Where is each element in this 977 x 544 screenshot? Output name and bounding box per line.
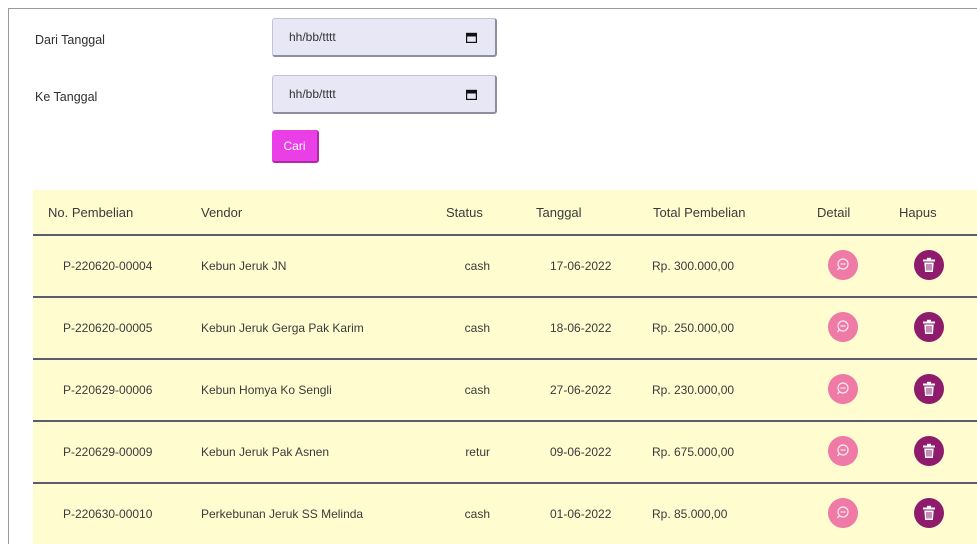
table-row: P-220620-00004 Kebun Jeruk JN cash 17-06-20…	[33, 236, 977, 298]
delete-button[interactable]	[914, 312, 944, 342]
cell-tanggal: 01-06-2022	[550, 507, 612, 521]
trash-icon	[923, 505, 935, 520]
cell-vendor: Kebun Jeruk JN	[201, 259, 287, 273]
detail-button[interactable]	[828, 498, 858, 528]
cell-total: Rp. 250.000,00	[652, 321, 735, 335]
detail-button[interactable]	[828, 436, 858, 466]
cell-total: Rp. 300.000,00	[652, 259, 735, 273]
to-date-label: Ke Tanggal	[35, 90, 98, 104]
from-date-label: Dari Tanggal	[35, 33, 105, 47]
cell-vendor: Perkebunan Jeruk SS Melinda	[201, 507, 364, 521]
cell-no: P-220630-00010	[63, 507, 153, 521]
header-status: Status	[446, 205, 483, 220]
cell-status: cash	[464, 259, 490, 273]
header-vendor: Vendor	[201, 205, 243, 220]
search-button[interactable]: Cari	[272, 130, 319, 163]
from-date-placeholder: hh/bb/tttt	[289, 30, 336, 44]
zoom-out-icon	[836, 444, 849, 457]
table-row: P-220629-00009 Kebun Jeruk Pak Asnen retur…	[33, 422, 977, 484]
header-no: No. Pembelian	[48, 205, 134, 220]
zoom-out-icon	[836, 506, 849, 519]
trash-icon	[923, 319, 935, 334]
header-hapus: Hapus	[899, 205, 937, 220]
cell-status: retur	[465, 445, 490, 459]
to-date-input[interactable]: hh/bb/tttt	[272, 75, 497, 114]
cell-vendor: Kebun Jeruk Pak Asnen	[201, 445, 330, 459]
delete-button[interactable]	[914, 436, 944, 466]
cell-tanggal: 27-06-2022	[550, 383, 612, 397]
cell-no: P-220629-00006	[63, 383, 153, 397]
table-row: P-220629-00006 Kebun Homya Ko Sengli cash 2…	[33, 360, 977, 422]
zoom-out-icon	[836, 258, 849, 271]
delete-button[interactable]	[914, 498, 944, 528]
zoom-out-icon	[836, 320, 849, 333]
cell-total: Rp. 230.000,00	[652, 383, 735, 397]
table-row: P-220630-00010 Perkebunan Jeruk SS Melind…	[33, 484, 977, 544]
cell-vendor: Kebun Homya Ko Sengli	[201, 383, 332, 397]
cell-status: cash	[464, 383, 490, 397]
trash-icon	[923, 381, 935, 396]
header-detail: Detail	[817, 205, 851, 220]
cell-no: P-220629-00009	[63, 445, 153, 459]
calendar-icon[interactable]	[466, 32, 477, 43]
cell-status: cash	[464, 321, 490, 335]
header-tanggal: Tanggal	[536, 205, 582, 220]
calendar-icon[interactable]	[466, 89, 477, 100]
detail-button[interactable]	[828, 374, 858, 404]
cell-no: P-220620-00005	[63, 321, 153, 335]
detail-button[interactable]	[828, 312, 858, 342]
table-row: P-220620-00005 Kebun Jeruk Gerga Pak Kari…	[33, 298, 977, 360]
cell-tanggal: 18-06-2022	[550, 321, 612, 335]
from-date-input[interactable]: hh/bb/tttt	[272, 18, 497, 57]
cell-tanggal: 09-06-2022	[550, 445, 612, 459]
table-header: No. Pembelian Vendor Status Tanggal Tota…	[33, 190, 977, 236]
zoom-out-icon	[836, 382, 849, 395]
cell-tanggal: 17-06-2022	[550, 259, 612, 273]
trash-icon	[923, 443, 935, 458]
delete-button[interactable]	[914, 250, 944, 280]
cell-status: cash	[464, 507, 490, 521]
trash-icon	[923, 257, 935, 272]
to-date-placeholder: hh/bb/tttt	[289, 87, 336, 101]
detail-button[interactable]	[828, 250, 858, 280]
cell-no: P-220620-00004	[63, 259, 153, 273]
cell-vendor: Kebun Jeruk Gerga Pak Karim	[201, 321, 364, 335]
delete-button[interactable]	[914, 374, 944, 404]
cell-total: Rp. 675.000,00	[652, 445, 735, 459]
cell-total: Rp. 85.000,00	[652, 507, 728, 521]
purchase-table: No. Pembelian Vendor Status Tanggal Tota…	[33, 190, 977, 544]
header-total: Total Pembelian	[653, 205, 746, 220]
